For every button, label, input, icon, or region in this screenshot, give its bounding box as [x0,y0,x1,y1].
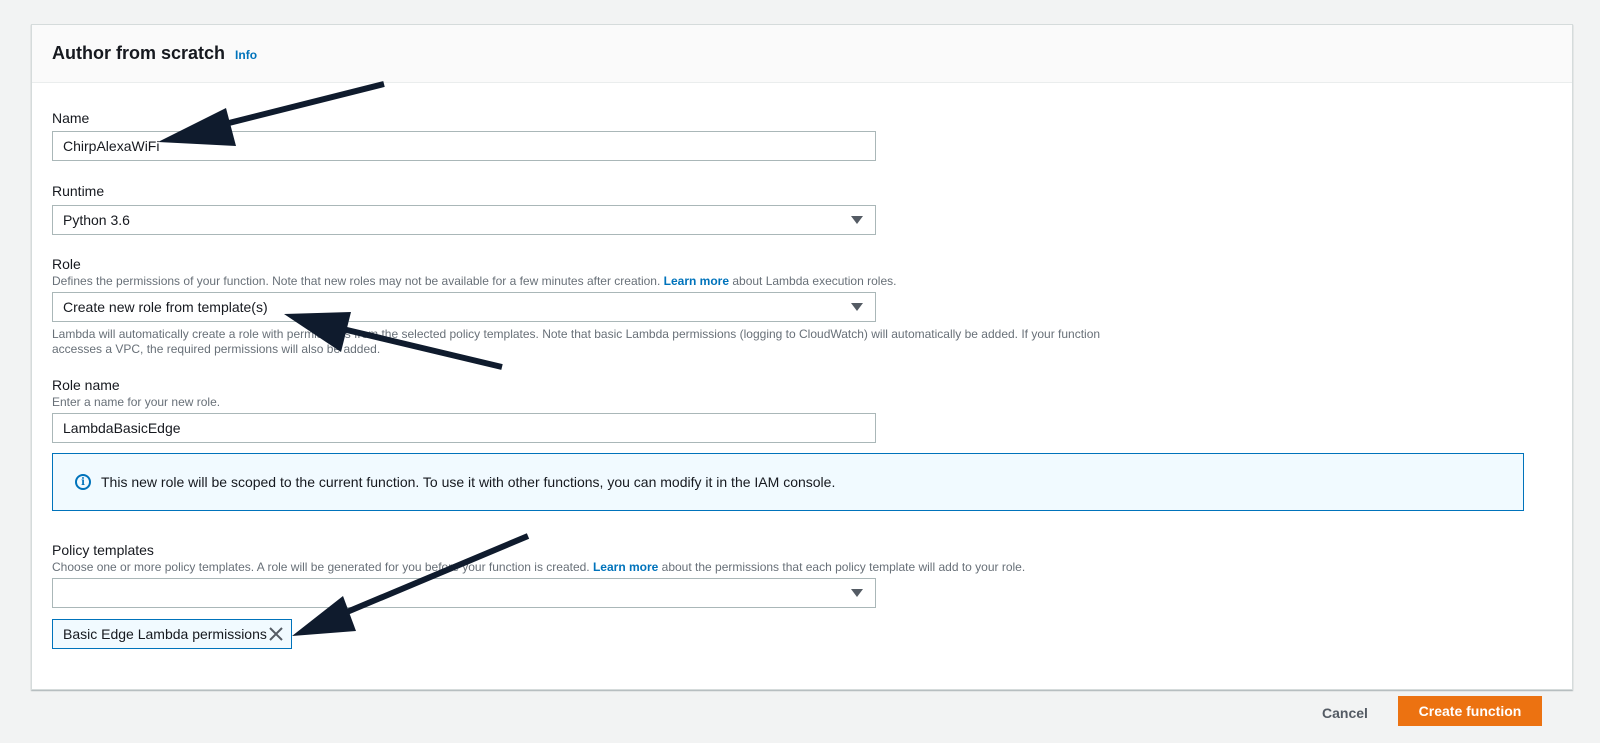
caret-down-icon [851,589,863,597]
create-function-button[interactable]: Create function [1398,696,1542,726]
caret-down-icon [851,303,863,311]
policy-learn-more-link[interactable]: Learn more [593,560,658,574]
info-alert: i This new role will be scoped to the cu… [52,453,1524,511]
policy-token-label: Basic Edge Lambda permissions [63,626,267,642]
role-desc-text-before: Defines the permissions of your function… [52,274,664,288]
role-select[interactable]: Create new role from template(s) [52,292,876,322]
policy-templates-description: Choose one or more policy templates. A r… [52,560,1025,574]
name-input[interactable]: ChirpAlexaWiFi [52,131,876,161]
name-input-value: ChirpAlexaWiFi [63,138,160,154]
role-name-description: Enter a name for your new role. [52,395,221,409]
role-help-line-1: Lambda will automatically create a role … [52,327,1101,341]
caret-down-icon [851,216,863,224]
role-select-value: Create new role from template(s) [63,299,268,315]
runtime-select-value: Python 3.6 [63,212,130,228]
policy-token: Basic Edge Lambda permissions [52,619,292,649]
info-alert-text: This new role will be scoped to the curr… [101,474,836,490]
author-from-scratch-panel: Author from scratch Info Name ChirpAlexa… [31,24,1573,690]
info-circle-icon: i [75,474,91,490]
close-icon[interactable] [267,625,285,643]
role-name-input[interactable]: LambdaBasicEdge [52,413,876,443]
runtime-select[interactable]: Python 3.6 [52,205,876,235]
role-desc-text-after: about Lambda execution roles. [729,274,897,288]
role-help-text: Lambda will automatically create a role … [52,327,1100,357]
role-name-input-value: LambdaBasicEdge [63,420,181,436]
policy-templates-label: Policy templates [52,542,154,558]
name-label: Name [52,110,90,126]
panel-header: Author from scratch Info [32,25,1572,83]
policy-desc-text-after: about the permissions that each policy t… [658,560,1026,574]
role-label: Role [52,256,81,272]
cancel-button[interactable]: Cancel [1322,700,1368,726]
panel-title: Author from scratch [52,43,226,63]
role-name-label: Role name [52,377,120,393]
role-learn-more-link[interactable]: Learn more [664,274,729,288]
role-help-line-2: accesses a VPC, the required permissions… [52,342,381,356]
runtime-label: Runtime [52,183,105,199]
policy-desc-text-before: Choose one or more policy templates. A r… [52,560,593,574]
policy-templates-select[interactable] [52,578,876,608]
role-description: Defines the permissions of your function… [52,274,896,288]
info-link[interactable]: Info [235,48,257,62]
